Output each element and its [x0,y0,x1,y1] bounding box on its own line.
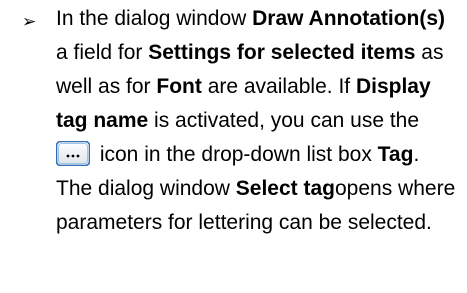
text-segment: is activated, you can use the [148,109,420,132]
instruction-page: ➢ In the dialog window Draw Annotation(s… [0,0,467,293]
field-name-font: Font [156,75,202,98]
text-segment: icon in the drop-down list box [94,143,378,166]
dropdown-name-tag: Tag [377,143,414,166]
instruction-paragraph: In the dialog window Draw Annotation(s) … [56,2,460,240]
arrow-bullet-icon: ➢ [22,12,37,32]
field-name-settings: Settings for selected items [148,41,416,64]
dialog-name-select-tag: Select tag [235,177,335,200]
text-segment: are available. If [201,75,356,98]
text-segment: a field for [56,41,149,64]
ellipsis-button-icon [56,141,90,166]
dialog-name-draw-annotations: Draw Annotation(s) [252,7,446,30]
text-segment: In the dialog window [56,7,253,30]
